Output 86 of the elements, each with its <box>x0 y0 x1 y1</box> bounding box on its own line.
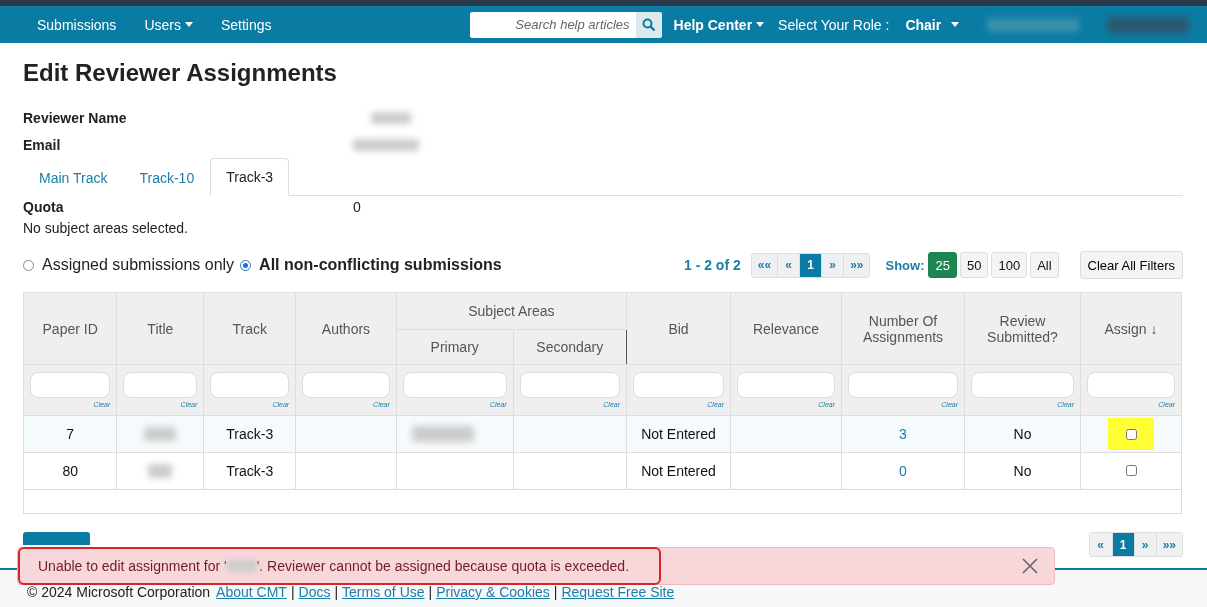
assign-checkbox[interactable] <box>1125 465 1137 476</box>
column-header: Bid <box>626 292 731 365</box>
footer-link[interactable]: About CMT <box>216 584 287 600</box>
page-button[interactable]: 1 <box>1111 533 1134 556</box>
result-count: 1 - 2 of 2 <box>683 257 741 273</box>
page-size-button[interactable]: 100 <box>991 252 1028 278</box>
separator: | <box>553 584 558 600</box>
caret-icon <box>756 22 765 27</box>
filter-field[interactable] <box>848 372 958 398</box>
page-button[interactable]: »» <box>1155 533 1182 556</box>
filter-field[interactable] <box>302 372 390 398</box>
assign-checkbox[interactable] <box>1125 428 1137 440</box>
page-size-button[interactable]: 50 <box>959 252 989 278</box>
column-header: Relevance <box>730 292 842 365</box>
help-center-menu[interactable]: Help Center <box>673 16 765 33</box>
footer-link[interactable]: Terms of Use <box>342 584 425 600</box>
separator: | <box>290 584 295 600</box>
footer-link[interactable]: Docs <box>298 584 331 600</box>
table-cell: Track-3 <box>203 452 296 490</box>
column-header: Track <box>203 292 296 365</box>
alert-text: Unable to edit assignment for ' '. Reviewer cannot be assigned because quota is exceeded. <box>38 558 630 574</box>
column-header: Subject Areas <box>396 292 627 330</box>
page-button[interactable]: « <box>1089 533 1112 556</box>
separator: | <box>428 584 433 600</box>
caret-icon <box>951 22 960 27</box>
quota-value: 0 <box>353 199 361 215</box>
page-title: Edit Reviewer Assignments <box>23 59 338 87</box>
column-header: Primary <box>396 329 514 365</box>
blurred-text <box>226 560 257 572</box>
filter-field[interactable] <box>30 372 111 398</box>
column-header: Authors <box>295 292 397 365</box>
filter-field[interactable] <box>971 372 1074 398</box>
page-button[interactable]: 1 <box>799 253 822 277</box>
filter-field[interactable] <box>123 372 198 398</box>
copyright: © 2024 Microsoft Corporation <box>27 584 211 600</box>
filter-field[interactable] <box>633 372 724 398</box>
table-cell: 7 <box>23 415 117 453</box>
clear-filters-button[interactable]: Clear All Filters <box>1079 251 1183 279</box>
page-button[interactable]: » <box>1133 533 1156 556</box>
separator: | <box>334 584 339 600</box>
assignments-link[interactable]: 3 <box>899 426 907 442</box>
table-cell: No <box>964 415 1081 453</box>
filter-field[interactable] <box>402 372 507 398</box>
column-header: Secondary <box>513 329 627 365</box>
filter-field[interactable] <box>210 372 290 398</box>
column-header: Title <box>116 292 204 365</box>
assignments-link[interactable]: 0 <box>899 463 907 479</box>
search-button[interactable] <box>635 11 662 38</box>
page-button[interactable]: « <box>777 253 800 277</box>
filter-field[interactable] <box>1087 372 1175 398</box>
page-button[interactable]: » <box>821 253 844 277</box>
show-label: Show: <box>885 257 925 273</box>
column-header: Number Of Assignments <box>841 292 965 365</box>
role-menu[interactable]: Chair <box>905 16 960 33</box>
search-field[interactable]: Search help articles <box>469 11 662 38</box>
filter-field[interactable] <box>519 372 620 398</box>
page-button[interactable]: «« <box>751 253 778 277</box>
close-icon <box>1022 558 1038 574</box>
search-icon <box>641 17 656 32</box>
field-label: Quota <box>23 199 65 215</box>
radio-label[interactable]: All non-conflicting submissions <box>259 256 502 274</box>
table-cell: Track-3 <box>203 415 296 453</box>
table-cell: Not Entered <box>626 452 731 490</box>
subject-note: No subject areas selected. <box>23 220 189 236</box>
nav-link[interactable]: Submissions <box>37 16 117 33</box>
table-cell: Not Entered <box>626 415 731 453</box>
table-cell: 80 <box>23 452 117 490</box>
column-header: Paper ID <box>23 292 117 365</box>
table-cell: No <box>964 452 1081 490</box>
column-header: Review Submitted? <box>964 292 1081 365</box>
page-size-button[interactable]: All <box>1030 252 1059 278</box>
field-label: Reviewer Name <box>23 109 128 126</box>
role-label: Select Your Role : <box>778 16 890 33</box>
nav-link[interactable]: Settings <box>220 16 272 33</box>
nav-link[interactable]: Users <box>144 16 193 33</box>
page-button[interactable]: »» <box>843 253 870 277</box>
column-header: Assign ↓ <box>1080 292 1182 365</box>
close-button[interactable] <box>1022 558 1038 574</box>
footer-link[interactable]: Privacy & Cookies <box>436 584 550 600</box>
go-back-button[interactable] <box>23 532 90 545</box>
footer-link[interactable]: Request Free Site <box>561 584 675 600</box>
radio-label[interactable]: Assigned submissions only <box>42 256 235 274</box>
tab[interactable]: Track-3 <box>210 158 290 196</box>
field-label: Email <box>23 136 62 153</box>
page-size-button[interactable]: 25 <box>928 252 957 278</box>
filter-field[interactable] <box>737 372 835 398</box>
